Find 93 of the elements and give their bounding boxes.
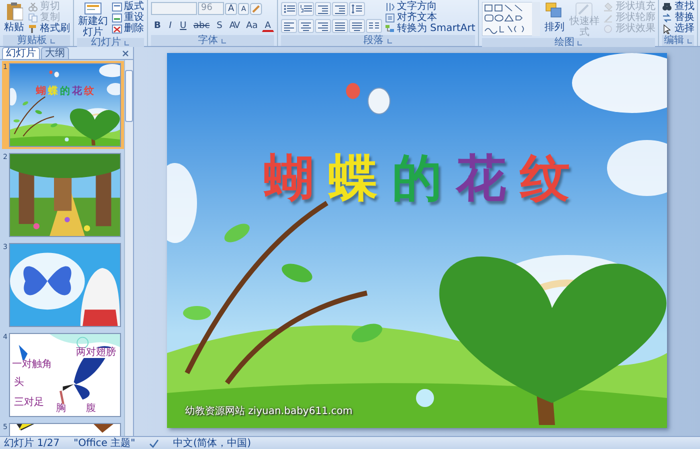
theme-name: "Office 主题": [74, 438, 136, 448]
panel-tab[interactable]: 大纲: [41, 47, 69, 59]
diagram-label: 胸: [56, 404, 66, 414]
numbered-list-icon[interactable]: [300, 4, 312, 14]
align-text-icon: [384, 12, 395, 22]
replace-icon: [662, 12, 672, 22]
dialog-launcher-icon[interactable]: [577, 40, 584, 46]
quick-styles-icon: [575, 2, 594, 16]
pen-icon: [603, 12, 614, 22]
title-character: 花: [72, 86, 82, 97]
strikethrough-button[interactable]: abc: [190, 20, 213, 32]
scrollbar[interactable]: [124, 60, 133, 436]
title-character: 蝴: [36, 86, 46, 97]
smartart-icon: [384, 24, 395, 34]
slide-icon: [84, 2, 102, 16]
clipboard-icon: [5, 2, 23, 22]
align-left-icon[interactable]: [282, 20, 295, 30]
smartart-button[interactable]: 转换为 SmartArt: [384, 23, 476, 34]
slide-thumbnail[interactable]: 一对触角 两对翅膀 头 三对足 胸 腹: [9, 333, 121, 417]
copy-icon: [28, 12, 38, 22]
increase-indent-icon[interactable]: [334, 4, 346, 14]
group-label: 剪贴板: [17, 36, 47, 46]
shapes-gallery-drawing[interactable]: [482, 2, 540, 36]
dialog-launcher-icon[interactable]: [220, 38, 227, 44]
delete-icon: [112, 24, 122, 34]
align-text-button[interactable]: 对齐文本: [384, 12, 476, 23]
title-character: 纹: [84, 86, 94, 97]
language-label: 中文(简体，中国): [173, 438, 252, 448]
group-label: 幻灯片: [91, 38, 121, 48]
title-character: 蝴: [264, 149, 314, 207]
reset-icon: [112, 12, 122, 22]
layout-icon: [112, 2, 122, 12]
reset-button[interactable]: 重设: [112, 12, 144, 23]
spellcheck-icon[interactable]: [149, 438, 160, 448]
format-painter-button[interactable]: 格式刷: [28, 23, 70, 34]
diagram-label: 腹: [86, 404, 96, 414]
grow-font-button[interactable]: A: [225, 2, 238, 14]
arrange-button[interactable]: 排列: [543, 1, 566, 33]
new-slide-button[interactable]: 新建幻灯片: [77, 1, 109, 38]
align-center-icon[interactable]: [300, 20, 312, 30]
group-label: 字体: [198, 36, 218, 46]
select-button[interactable]: 选择: [662, 23, 694, 34]
title-character: 蝶: [328, 149, 378, 207]
bullet-list-icon[interactable]: [282, 4, 295, 14]
scrollbar-thumb[interactable]: [125, 70, 133, 122]
paint-bucket-icon: [603, 2, 614, 12]
delete-button[interactable]: 删除: [112, 23, 144, 34]
replace-button[interactable]: 替换: [662, 12, 694, 23]
justify-icon[interactable]: [334, 20, 346, 30]
website-caption: 幼教资源网站 ziyuan.baby611.com: [185, 406, 352, 418]
group-label: 绘图: [554, 38, 574, 48]
title-character: 的: [60, 86, 70, 97]
dialog-launcher-icon[interactable]: [124, 40, 130, 46]
close-icon[interactable]: [122, 50, 129, 57]
layout-button[interactable]: 版式: [112, 1, 144, 12]
shadow-button[interactable]: S: [214, 20, 226, 32]
title-character: 蝶: [48, 86, 58, 97]
distributed-icon[interactable]: [350, 20, 363, 30]
group-label: 编辑: [664, 36, 684, 46]
font-name-field[interactable]: [151, 2, 197, 15]
title-character: 纹: [520, 149, 570, 207]
group-label: 段落: [364, 36, 384, 46]
panel-tab[interactable]: 幻灯片: [2, 47, 40, 59]
text-direction-icon: [384, 2, 395, 12]
change-case-button[interactable]: Aa: [243, 20, 261, 32]
effects-icon: [603, 24, 614, 34]
cursor-icon: [662, 24, 672, 34]
bold-button[interactable]: B: [151, 20, 164, 32]
align-right-icon[interactable]: [316, 20, 329, 30]
clear-format-icon[interactable]: [250, 2, 262, 14]
underline-button[interactable]: U: [176, 20, 190, 32]
columns-icon[interactable]: [368, 20, 380, 30]
italic-button[interactable]: I: [164, 20, 176, 32]
title-character: 的: [392, 149, 442, 207]
font-color-button[interactable]: A: [262, 20, 274, 32]
text-direction-button[interactable]: 文字方向: [384, 1, 476, 12]
dialog-launcher-icon[interactable]: [50, 38, 56, 44]
binoculars-icon: [662, 2, 672, 12]
scissors-icon: [28, 2, 38, 12]
dialog-launcher-icon[interactable]: [686, 38, 693, 44]
title-character: 花: [456, 149, 506, 207]
line-spacing-icon[interactable]: [350, 4, 363, 14]
brush-icon: [28, 24, 38, 34]
spacing-button[interactable]: AV: [226, 20, 242, 32]
diagram-label: 一对触角: [12, 360, 52, 370]
diagram-label: 头: [14, 378, 24, 388]
dialog-launcher-icon[interactable]: [386, 38, 393, 44]
diagram-label: 两对翅膀: [76, 348, 116, 358]
slide-counter: 幻灯片 1/27: [4, 438, 60, 448]
decrease-indent-icon[interactable]: [316, 4, 329, 14]
diagram-label: 三对足: [14, 398, 44, 408]
find-button[interactable]: 查找: [662, 1, 694, 12]
paste-button[interactable]: 粘贴: [3, 1, 25, 33]
